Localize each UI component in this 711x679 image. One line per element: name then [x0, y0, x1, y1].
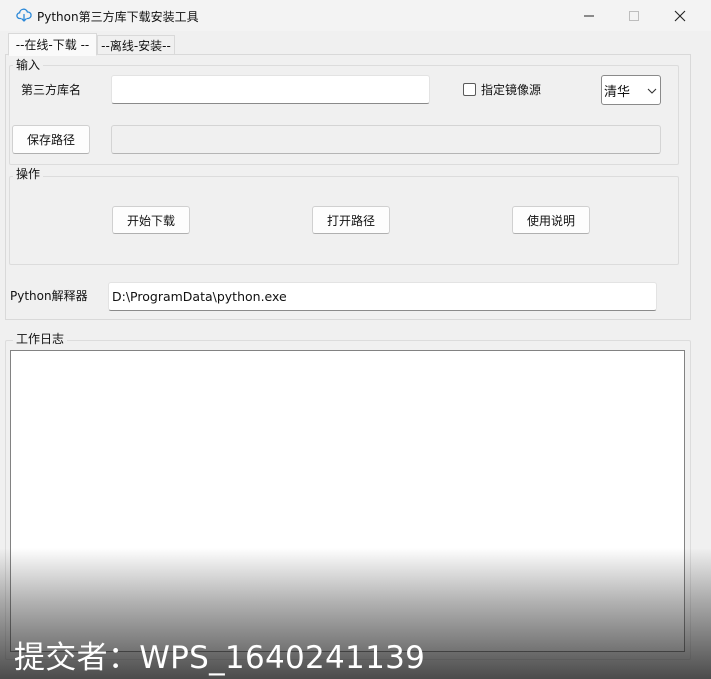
chevron-down-icon [647, 88, 657, 94]
start-download-button[interactable]: 开始下载 [112, 206, 190, 234]
submitter-watermark: 提交者：WPS_1640241139 [14, 640, 426, 676]
open-path-button[interactable]: 打开路径 [312, 206, 390, 234]
cloud-download-icon [16, 8, 32, 22]
tab-label: --在线-下载 -- [15, 38, 90, 52]
tab-offline-install[interactable]: --离线-安装-- [97, 35, 175, 55]
interpreter-label: Python解释器 [10, 289, 88, 303]
mirror-checkbox-label: 指定镜像源 [481, 83, 542, 97]
maximize-icon [629, 10, 639, 21]
usage-button[interactable]: 使用说明 [512, 206, 590, 234]
input-group-legend: 输入 [13, 58, 44, 72]
save-path-field[interactable] [111, 125, 661, 154]
tab-label: --离线-安装-- [101, 38, 171, 53]
package-name-label: 第三方库名 [21, 83, 82, 97]
close-button[interactable] [657, 0, 703, 31]
maximize-button[interactable] [611, 0, 657, 31]
tab-online-download[interactable]: --在线-下载 -- [8, 33, 97, 56]
save-path-button[interactable]: 保存路径 [12, 125, 90, 154]
mirror-select[interactable]: 清华 [601, 75, 661, 105]
interpreter-path-input[interactable]: D:\ProgramData\python.exe [108, 282, 657, 311]
mirror-checkbox[interactable] [463, 83, 476, 96]
package-name-input[interactable] [111, 75, 430, 104]
work-log-legend: 工作日志 [13, 332, 68, 346]
mirror-select-value: 清华 [604, 84, 631, 100]
title-bar[interactable]: Python第三方库下载安装工具 [0, 0, 711, 31]
window-title: Python第三方库下载安装工具 [37, 10, 199, 24]
operations-group-legend: 操作 [13, 167, 44, 181]
minimize-icon [584, 15, 594, 16]
close-icon [674, 10, 686, 21]
minimize-button[interactable] [566, 0, 612, 31]
